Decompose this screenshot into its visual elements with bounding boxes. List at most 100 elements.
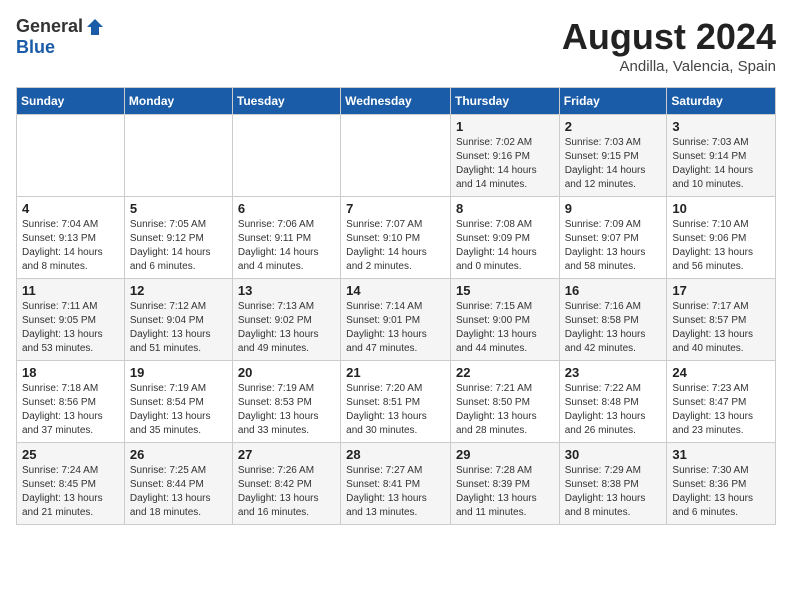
calendar-cell: 3Sunrise: 7:03 AM Sunset: 9:14 PM Daylig… — [667, 115, 776, 197]
day-info: Sunrise: 7:15 AM Sunset: 9:00 PM Dayligh… — [456, 300, 554, 356]
weekday-header-sunday: Sunday — [17, 88, 125, 115]
day-number: 28 — [346, 447, 445, 462]
day-info: Sunrise: 7:09 AM Sunset: 9:07 PM Dayligh… — [565, 218, 662, 274]
calendar-cell: 9 Sunrise: 7:09 AM Sunset: 9:07 PM Daylig… — [559, 197, 667, 279]
day-info: Sunrise: 7:03 AM Sunset: 9:14 PM Dayligh… — [672, 136, 770, 192]
calendar-cell — [17, 115, 125, 197]
day-number: 25 — [22, 447, 119, 462]
day-info: Sunrise: 7:04 AM Sunset: 9:13 PM Dayligh… — [22, 218, 119, 274]
day-info: Sunrise: 7:02 AM Sunset: 9:16 PM Dayligh… — [456, 136, 554, 192]
day-number: 6 — [238, 201, 335, 216]
day-info: Sunrise: 7:27 AM Sunset: 8:41 PM Dayligh… — [346, 464, 445, 520]
day-info: Sunrise: 7:20 AM Sunset: 8:51 PM Dayligh… — [346, 382, 445, 438]
calendar-body: 1 Sunrise: 7:02 AM Sunset: 9:16 PM Daylig… — [17, 115, 776, 525]
day-number: 19 — [130, 365, 227, 380]
day-number: 27 — [238, 447, 335, 462]
calendar-cell: 6Sunrise: 7:06 AM Sunset: 9:11 PM Daylig… — [232, 197, 340, 279]
day-number: 30 — [565, 447, 662, 462]
title-block: August 2024 Andilla, Valencia, Spain — [562, 16, 776, 75]
day-info: Sunrise: 7:11 AM Sunset: 9:05 PM Dayligh… — [22, 300, 119, 356]
day-number: 8 — [456, 201, 554, 216]
calendar-cell: 17 Sunrise: 7:17 AM Sunset: 8:57 PM Dayli… — [667, 279, 776, 361]
day-info: Sunrise: 7:24 AM Sunset: 8:45 PM Dayligh… — [22, 464, 119, 520]
weekday-header-friday: Friday — [559, 88, 667, 115]
calendar-cell: 21Sunrise: 7:20 AM Sunset: 8:51 PM Dayli… — [341, 361, 451, 443]
calendar-cell: 24 Sunrise: 7:23 AM Sunset: 8:47 PM Dayli… — [667, 361, 776, 443]
day-number: 5 — [130, 201, 227, 216]
calendar-cell: 5Sunrise: 7:05 AM Sunset: 9:12 PM Daylig… — [124, 197, 232, 279]
logo-icon — [85, 17, 105, 37]
day-info: Sunrise: 7:18 AM Sunset: 8:56 PM Dayligh… — [22, 382, 119, 438]
calendar-cell: 4 Sunrise: 7:04 AM Sunset: 9:13 PM Daylig… — [17, 197, 125, 279]
calendar-cell: 30 Sunrise: 7:29 AM Sunset: 8:38 PM Dayli… — [559, 443, 667, 525]
day-number: 7 — [346, 201, 445, 216]
day-info: Sunrise: 7:12 AM Sunset: 9:04 PM Dayligh… — [130, 300, 227, 356]
day-info: Sunrise: 7:19 AM Sunset: 8:54 PM Dayligh… — [130, 382, 227, 438]
calendar-week-row: 1 Sunrise: 7:02 AM Sunset: 9:16 PM Daylig… — [17, 115, 776, 197]
day-number: 31 — [672, 447, 770, 462]
calendar-week-row: 4 Sunrise: 7:04 AM Sunset: 9:13 PM Daylig… — [17, 197, 776, 279]
day-info: Sunrise: 7:30 AM Sunset: 8:36 PM Dayligh… — [672, 464, 770, 520]
calendar-cell: 7Sunrise: 7:07 AM Sunset: 9:10 PM Daylig… — [341, 197, 451, 279]
day-number: 24 — [672, 365, 770, 380]
calendar-cell: 25 Sunrise: 7:24 AM Sunset: 8:45 PM Dayli… — [17, 443, 125, 525]
day-number: 23 — [565, 365, 662, 380]
calendar-cell: 19 Sunrise: 7:19 AM Sunset: 8:54 PM Dayli… — [124, 361, 232, 443]
calendar-cell: 29 Sunrise: 7:28 AM Sunset: 8:39 PM Dayli… — [450, 443, 559, 525]
day-number: 9 — [565, 201, 662, 216]
calendar-cell: 1 Sunrise: 7:02 AM Sunset: 9:16 PM Daylig… — [450, 115, 559, 197]
day-info: Sunrise: 7:17 AM Sunset: 8:57 PM Dayligh… — [672, 300, 770, 356]
day-number: 4 — [22, 201, 119, 216]
day-info: Sunrise: 7:25 AM Sunset: 8:44 PM Dayligh… — [130, 464, 227, 520]
day-info: Sunrise: 7:21 AM Sunset: 8:50 PM Dayligh… — [456, 382, 554, 438]
weekday-header-saturday: Saturday — [667, 88, 776, 115]
day-number: 16 — [565, 283, 662, 298]
day-number: 17 — [672, 283, 770, 298]
day-number: 14 — [346, 283, 445, 298]
day-number: 29 — [456, 447, 554, 462]
day-info: Sunrise: 7:23 AM Sunset: 8:47 PM Dayligh… — [672, 382, 770, 438]
day-info: Sunrise: 7:13 AM Sunset: 9:02 PM Dayligh… — [238, 300, 335, 356]
calendar-cell: 31 Sunrise: 7:30 AM Sunset: 8:36 PM Dayli… — [667, 443, 776, 525]
day-number: 15 — [456, 283, 554, 298]
day-info: Sunrise: 7:19 AM Sunset: 8:53 PM Dayligh… — [238, 382, 335, 438]
calendar-cell: 11 Sunrise: 7:11 AM Sunset: 9:05 PM Dayli… — [17, 279, 125, 361]
calendar-cell: 13 Sunrise: 7:13 AM Sunset: 9:02 PM Dayli… — [232, 279, 340, 361]
day-number: 2 — [565, 119, 662, 134]
weekday-header-thursday: Thursday — [450, 88, 559, 115]
calendar-cell: 16 Sunrise: 7:16 AM Sunset: 8:58 PM Dayli… — [559, 279, 667, 361]
day-info: Sunrise: 7:14 AM Sunset: 9:01 PM Dayligh… — [346, 300, 445, 356]
day-info: Sunrise: 7:22 AM Sunset: 8:48 PM Dayligh… — [565, 382, 662, 438]
location-subtitle: Andilla, Valencia, Spain — [562, 58, 776, 75]
calendar-cell: 14 Sunrise: 7:14 AM Sunset: 9:01 PM Dayli… — [341, 279, 451, 361]
day-number: 11 — [22, 283, 119, 298]
calendar-cell: 22Sunrise: 7:21 AM Sunset: 8:50 PM Dayli… — [450, 361, 559, 443]
day-info: Sunrise: 7:29 AM Sunset: 8:38 PM Dayligh… — [565, 464, 662, 520]
day-info: Sunrise: 7:28 AM Sunset: 8:39 PM Dayligh… — [456, 464, 554, 520]
day-number: 18 — [22, 365, 119, 380]
day-number: 1 — [456, 119, 554, 134]
day-number: 12 — [130, 283, 227, 298]
day-number: 10 — [672, 201, 770, 216]
calendar-cell: 27 Sunrise: 7:26 AM Sunset: 8:42 PM Dayli… — [232, 443, 340, 525]
calendar-week-row: 25 Sunrise: 7:24 AM Sunset: 8:45 PM Dayli… — [17, 443, 776, 525]
weekday-header-wednesday: Wednesday — [341, 88, 451, 115]
day-info: Sunrise: 7:08 AM Sunset: 9:09 PM Dayligh… — [456, 218, 554, 274]
weekday-header-row: SundayMondayTuesdayWednesdayThursdayFrid… — [17, 88, 776, 115]
day-number: 20 — [238, 365, 335, 380]
calendar-cell: 23 Sunrise: 7:22 AM Sunset: 8:48 PM Dayli… — [559, 361, 667, 443]
logo: General Blue — [16, 16, 105, 58]
calendar-cell: 12 Sunrise: 7:12 AM Sunset: 9:04 PM Dayli… — [124, 279, 232, 361]
calendar-cell — [124, 115, 232, 197]
calendar-week-row: 18 Sunrise: 7:18 AM Sunset: 8:56 PM Dayli… — [17, 361, 776, 443]
day-info: Sunrise: 7:26 AM Sunset: 8:42 PM Dayligh… — [238, 464, 335, 520]
day-info: Sunrise: 7:16 AM Sunset: 8:58 PM Dayligh… — [565, 300, 662, 356]
calendar-cell: 10Sunrise: 7:10 AM Sunset: 9:06 PM Dayli… — [667, 197, 776, 279]
calendar-cell: 28 Sunrise: 7:27 AM Sunset: 8:41 PM Dayli… — [341, 443, 451, 525]
calendar-header: SundayMondayTuesdayWednesdayThursdayFrid… — [17, 88, 776, 115]
day-info: Sunrise: 7:03 AM Sunset: 9:15 PM Dayligh… — [565, 136, 662, 192]
calendar-cell: 15 Sunrise: 7:15 AM Sunset: 9:00 PM Dayli… — [450, 279, 559, 361]
calendar-cell: 2 Sunrise: 7:03 AM Sunset: 9:15 PM Daylig… — [559, 115, 667, 197]
day-number: 13 — [238, 283, 335, 298]
calendar-cell: 20 Sunrise: 7:19 AM Sunset: 8:53 PM Dayli… — [232, 361, 340, 443]
